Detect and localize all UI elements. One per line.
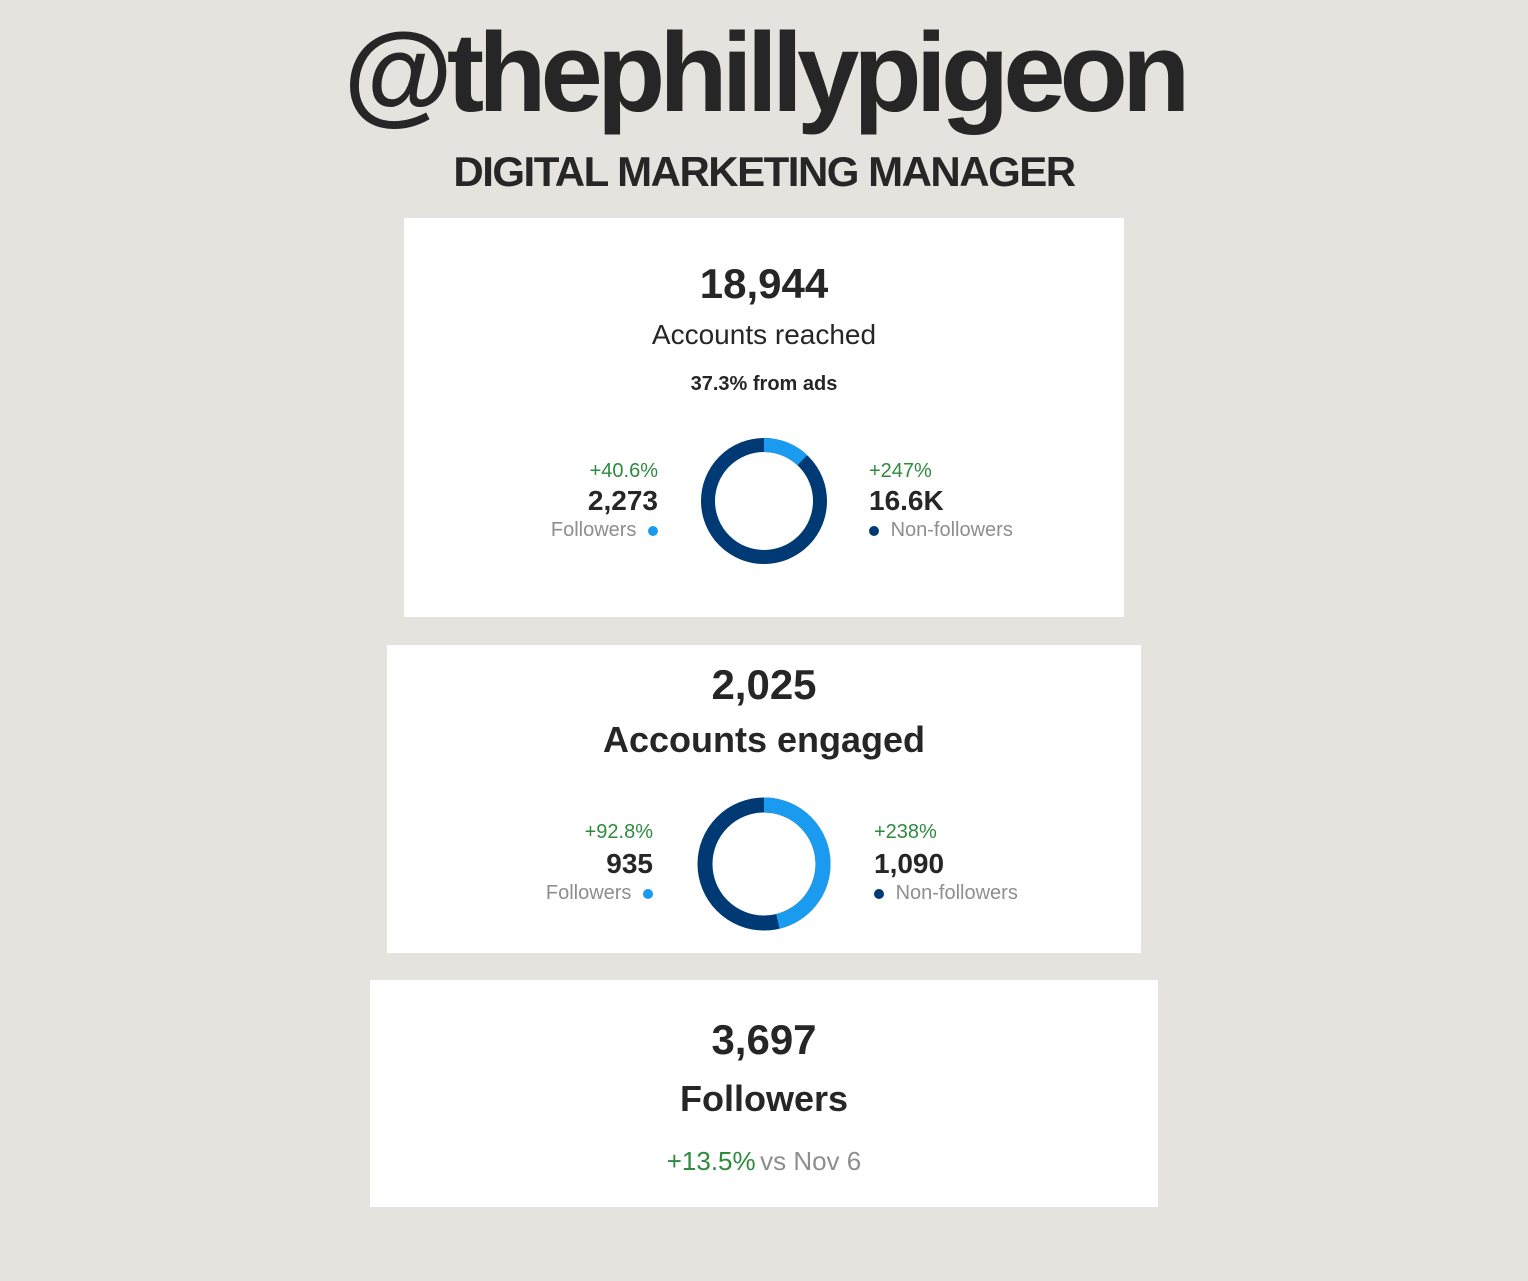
engaged-non-followers-stat: +238% 1,090 Non-followers <box>874 821 1134 905</box>
engaged-donut-chart <box>697 797 831 931</box>
reach-non-followers-stat: +247% 16.6K Non-followers <box>869 460 1119 542</box>
accounts-reached-card: 18,944 Accounts reached 37.3% from ads +… <box>404 218 1124 617</box>
reach-donut-chart <box>701 438 827 564</box>
engaged-total: 2,025 <box>711 661 817 708</box>
reach-non-followers-label: Non-followers <box>890 519 1013 541</box>
followers-card: 3,697 Followers +13.5% vs Nov 6 <box>370 980 1158 1207</box>
followers-change: +13.5% vs Nov 6 <box>370 1146 1158 1177</box>
followers-dot-icon <box>648 525 658 536</box>
profile-role: DIGITAL MARKETING MANAGER <box>453 148 1076 195</box>
reach-non-followers-value: 16.6K <box>869 485 944 516</box>
engaged-followers-value: 935 <box>606 848 653 879</box>
followers-vs-date: vs Nov 6 <box>760 1146 862 1176</box>
profile-handle: @thephillypigeon <box>343 10 1191 135</box>
engaged-followers-label: Followers <box>545 882 632 904</box>
reach-ads-note: 37.3% from ads <box>690 373 838 395</box>
reach-total: 18,944 <box>699 260 829 307</box>
engaged-non-followers-label: Non-followers <box>895 882 1018 904</box>
reach-donut-non-followers-arc <box>701 438 827 564</box>
followers-dot-icon <box>643 888 653 899</box>
engaged-followers-delta: +92.8% <box>584 821 653 843</box>
engaged-followers-stat: +92.8% 935 Followers <box>387 821 653 905</box>
followers-label: Followers <box>679 1078 849 1119</box>
non-followers-dot-icon <box>869 525 879 536</box>
reach-label: Accounts reached <box>651 319 877 350</box>
followers-total: 3,697 <box>711 1016 817 1063</box>
followers-delta: +13.5% <box>666 1146 756 1176</box>
accounts-engaged-card: 2,025 Accounts engaged +92.8% 935 Follow… <box>387 645 1141 953</box>
reach-non-followers-delta: +247% <box>869 460 932 482</box>
reach-followers-value: 2,273 <box>587 485 658 516</box>
engaged-non-followers-value: 1,090 <box>874 848 945 879</box>
non-followers-dot-icon <box>874 888 884 899</box>
engaged-label: Accounts engaged <box>602 719 926 760</box>
reach-followers-delta: +40.6% <box>589 460 658 482</box>
reach-followers-stat: +40.6% 2,273 Followers <box>404 460 658 542</box>
engaged-non-followers-delta: +238% <box>874 821 937 843</box>
reach-followers-label: Followers <box>550 519 637 541</box>
